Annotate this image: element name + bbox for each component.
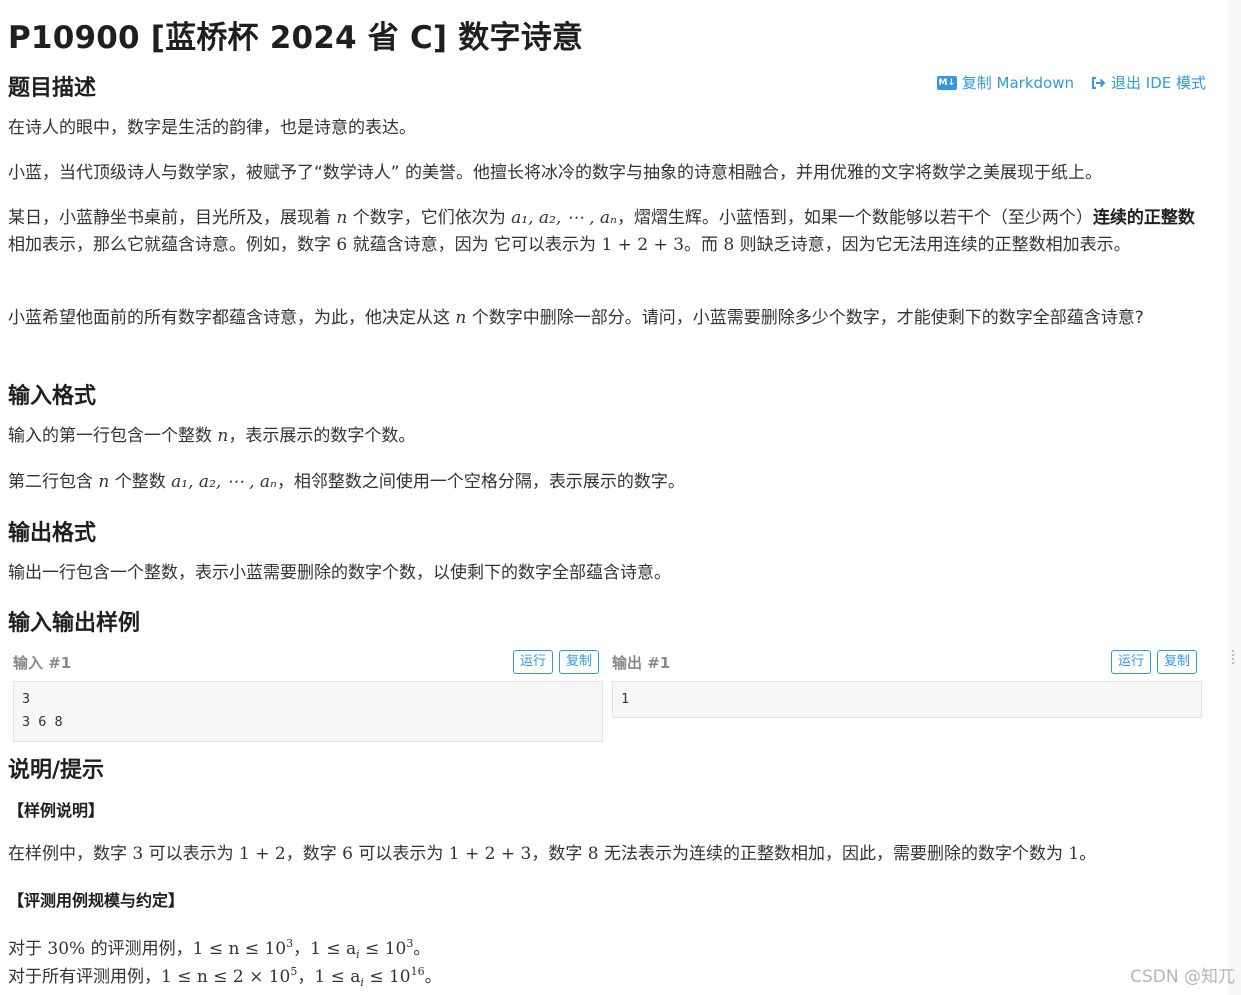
input-format-line-1: 输入的第一行包含一个整数 n，表示展示的数字个数。 [8,426,416,446]
desc-paragraph-3: 某日，小蓝静坐书桌前，目光所及，展现着 n 个数字，它们依次为 a₁, a₂, … [8,208,1195,255]
sample-output-box[interactable]: 1 [612,681,1202,718]
problem-page: P10900 [蓝桥杯 2024 省 C] 数字诗意 题目描述 M↓ 复制 Ma… [0,0,1228,995]
desc-paragraph-4: 小蓝希望他面前的所有数字都蕴含诗意，为此，他决定从这 n 个数字中删除一部分。请… [8,308,1144,328]
sample-output-copy-button[interactable]: 复制 [1157,650,1198,674]
exit-ide-label: 退出 IDE 模式 [1111,74,1206,92]
sign-out-icon [1092,76,1106,89]
top-actions: M↓ 复制 Markdown 退出 IDE 模式 [936,72,1206,93]
section-heading-output-format: 输出格式 [8,521,97,546]
sample-input-run-button[interactable]: 运行 [513,650,554,674]
sample-output-run-button[interactable]: 运行 [1111,650,1152,674]
exit-ide-link[interactable]: 退出 IDE 模式 [1090,72,1206,93]
markdown-icon: M↓ [936,75,957,90]
copy-markdown-label: 复制 Markdown [961,74,1074,92]
sample-explain-text: 在样例中，数字 3 可以表示为 1 + 2，数字 6 可以表示为 1 + 2 +… [8,844,1097,864]
section-heading-hint: 说明/提示 [8,758,105,783]
desc-paragraph-1: 在诗人的眼中，数字是生活的韵律，也是诗意的表达。 [8,118,416,138]
input-format-line-2: 第二行包含 n 个整数 a₁, a₂, ⋯ , aₙ，相邻整数之间使用一个空格分… [8,472,685,492]
sample-input-box[interactable]: 3 3 6 8 [13,681,603,742]
output-format-line-1: 输出一行包含一个整数，表示小蓝需要删除的数字个数，以使剩下的数字全部蕴含诗意。 [8,563,671,583]
sample-input-label: 输入 #1 [13,654,72,672]
section-heading-description: 题目描述 [8,76,97,101]
splitter-gutter[interactable] [1228,0,1241,995]
sample-explain-title: 【样例说明】 [8,801,105,820]
desc-paragraph-2: 小蓝，当代顶级诗人与数学家，被赋予了“数学诗人” 的美誉。他擅长将冰冷的数字与抽… [8,163,1103,183]
watermark: CSDN @知兀 [1130,967,1235,987]
copy-markdown-link[interactable]: M↓ 复制 Markdown [936,72,1074,93]
scale-line-2: 对于所有评测用例，1 ≤ n ≤ 2 × 105，1 ≤ ai ≤ 1016。 [8,965,442,989]
page-title: P10900 [蓝桥杯 2024 省 C] 数字诗意 [8,20,584,56]
section-heading-input-format: 输入格式 [8,384,97,409]
sample-output-label: 输出 #1 [612,654,671,672]
section-heading-samples: 输入输出样例 [8,611,141,636]
scale-title: 【评测用例规模与约定】 [8,891,185,910]
drag-handle-icon[interactable] [1232,648,1238,664]
sample-input-copy-button[interactable]: 复制 [559,650,600,674]
